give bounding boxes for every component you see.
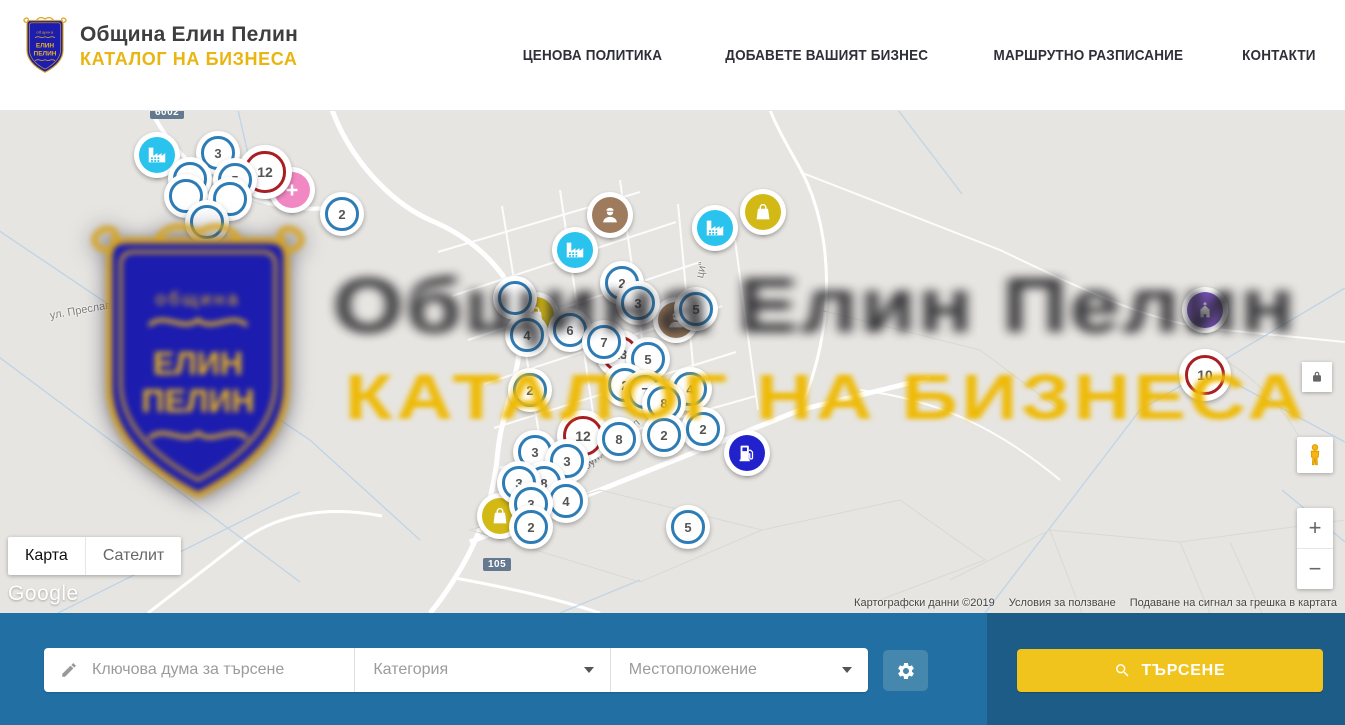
map-layer-markers: 31225223513467522748212823383432510 xyxy=(0,110,1345,613)
category-select[interactable]: Категория xyxy=(355,648,610,692)
map-pin-church[interactable] xyxy=(1182,287,1228,333)
location-select[interactable]: Местоположение xyxy=(611,648,868,692)
map-cluster-marker[interactable] xyxy=(185,200,229,244)
svg-text:ЕЛИН: ЕЛИН xyxy=(36,43,55,50)
search-icon xyxy=(1114,662,1131,679)
map-cluster-marker[interactable]: 4 xyxy=(505,313,549,357)
search-bar: Категория Местоположение ТЪРСЕНЕ xyxy=(0,613,1345,725)
map-cluster-marker[interactable]: 5 xyxy=(666,505,710,549)
keyword-search-input[interactable] xyxy=(90,660,354,680)
page: община ЕЛИН ПЕЛИН Община Елин Пелин КАТА… xyxy=(0,0,1345,725)
map-type-satellite-button[interactable]: Сателит xyxy=(85,537,181,575)
map-cluster-marker[interactable]: 2 xyxy=(642,413,686,457)
map-cluster-marker[interactable]: 2 xyxy=(509,505,553,549)
pegman-icon xyxy=(1302,442,1328,468)
attribution-report-link[interactable]: Подаване на сигнал за грешка в картата xyxy=(1130,597,1337,609)
nav-link-route-schedule[interactable]: МАРШРУТНО РАЗПИСАНИЕ xyxy=(994,47,1184,64)
map-pin-bag[interactable] xyxy=(740,189,786,235)
map-type-map-button[interactable]: Карта xyxy=(8,537,85,575)
brand[interactable]: община ЕЛИН ПЕЛИН Община Елин Пелин КАТА… xyxy=(22,16,298,76)
svg-text:ПЕЛИН: ПЕЛИН xyxy=(34,50,57,57)
map-pin-fuel[interactable] xyxy=(724,430,770,476)
municipality-logo-icon: община ЕЛИН ПЕЛИН xyxy=(22,16,68,76)
chevron-down-icon xyxy=(842,667,852,673)
chevron-down-icon xyxy=(584,667,594,673)
search-submit-button[interactable]: ТЪРСЕНЕ xyxy=(1017,649,1323,692)
map-cluster-marker[interactable]: 2 xyxy=(681,407,725,451)
lock-icon xyxy=(1310,370,1324,384)
attribution-terms-link[interactable]: Условия за ползване xyxy=(1009,597,1116,609)
map-canvas[interactable]: 6002105ул. Преславбул. „Новоселци“ 31225… xyxy=(0,110,1345,613)
site-subtitle: КАТАЛОГ НА БИЗНЕСА xyxy=(80,49,298,70)
zoom-in-button[interactable]: + xyxy=(1297,508,1333,549)
nav-link-contacts[interactable]: КОНТАКТИ xyxy=(1242,47,1316,64)
map-cluster-marker[interactable]: 7 xyxy=(582,320,626,364)
search-group: Категория Местоположение xyxy=(44,648,868,692)
map-cluster-marker[interactable]: 2 xyxy=(320,192,364,236)
nav-link-pricing[interactable]: ЦЕНОВА ПОЛИТИКА xyxy=(523,47,662,64)
zoom-out-button[interactable]: − xyxy=(1297,549,1333,589)
site-title: Община Елин Пелин xyxy=(80,23,298,47)
map-attribution: Картографски данни ©2019 Условия за полз… xyxy=(854,597,1337,609)
map-cluster-marker[interactable]: 10 xyxy=(1179,349,1231,401)
map-cluster-marker[interactable]: 8 xyxy=(597,417,641,461)
map-cluster-marker[interactable]: 5 xyxy=(674,287,718,331)
main-nav: ЦЕНОВА ПОЛИТИКА ДОБАВЕТЕ ВАШИЯТ БИЗНЕС М… xyxy=(515,0,1320,110)
attribution-copyright: Картографски данни ©2019 xyxy=(854,597,995,609)
map-cluster-marker[interactable]: 3 xyxy=(616,281,660,325)
location-select-value: Местоположение xyxy=(629,661,757,679)
map-cluster-marker[interactable]: 2 xyxy=(508,368,552,412)
search-submit-label: ТЪРСЕНЕ xyxy=(1141,662,1225,680)
keyword-field-wrap xyxy=(44,648,355,692)
advanced-search-button[interactable] xyxy=(883,650,928,691)
map-pin-factory[interactable] xyxy=(552,227,598,273)
site-header: община ЕЛИН ПЕЛИН Община Елин Пелин КАТА… xyxy=(0,0,1345,111)
svg-text:община: община xyxy=(36,31,54,35)
gear-icon xyxy=(896,661,916,681)
zoom-control: + − xyxy=(1297,508,1333,589)
category-select-value: Категория xyxy=(373,661,448,679)
map-type-control: Карта Сателит xyxy=(8,537,181,575)
street-view-pegman[interactable] xyxy=(1297,437,1333,473)
map-pin-factory[interactable] xyxy=(692,205,738,251)
pencil-icon xyxy=(60,661,78,679)
nav-link-add-business[interactable]: ДОБАВЕТЕ ВАШИЯТ БИЗНЕС xyxy=(725,47,928,64)
scroll-lock-button[interactable] xyxy=(1302,362,1332,392)
google-logo[interactable]: Google xyxy=(8,582,79,606)
